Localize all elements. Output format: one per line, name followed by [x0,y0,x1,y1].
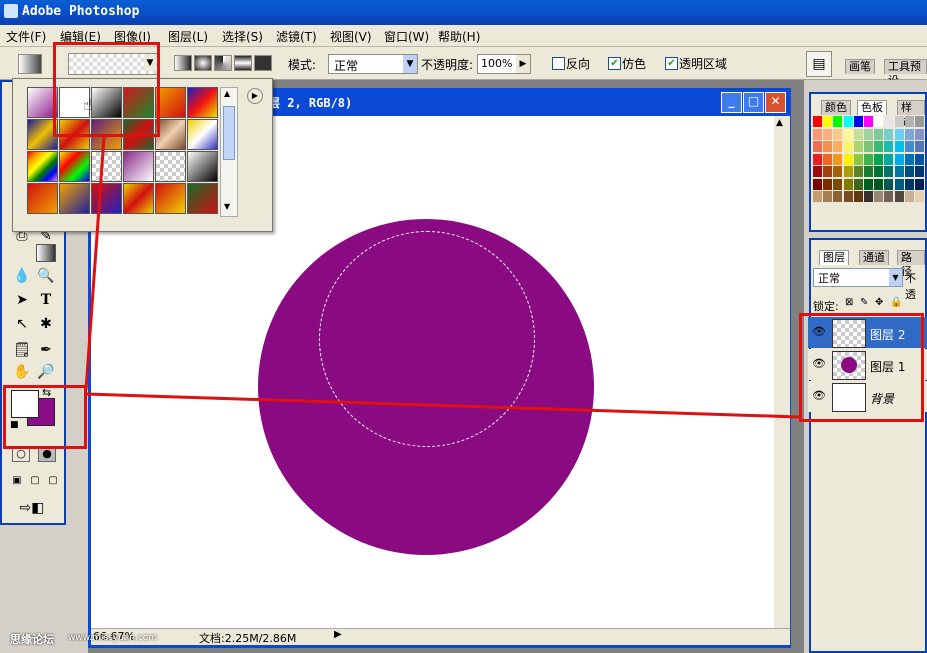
watermark-right: www.missyuan.com [68,633,158,643]
annotation-lines [84,136,800,419]
watermark-left: 思缘论坛 [10,633,54,646]
connector-line-layers [85,392,800,419]
connector-line-gradient [84,136,106,391]
